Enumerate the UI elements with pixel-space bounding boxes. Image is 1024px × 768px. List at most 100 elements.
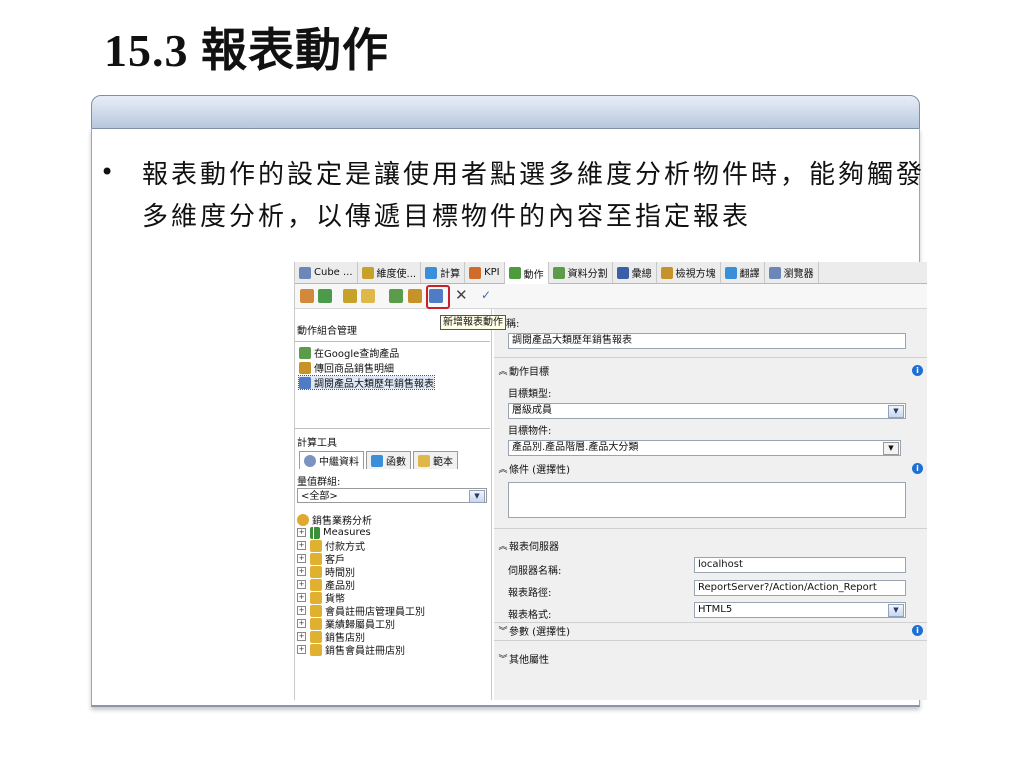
tab-translations[interactable]: 翻譯 xyxy=(721,262,765,283)
cube-icon xyxy=(297,513,309,526)
name-label: 稱: xyxy=(506,319,520,330)
collapse-icon[interactable]: ︽ xyxy=(497,539,509,552)
chevron-down-icon[interactable]: ▼ xyxy=(883,442,899,455)
dimension-usage-icon xyxy=(361,266,374,279)
report-path-label: 報表路徑: xyxy=(508,588,552,599)
frame-header-bar xyxy=(91,95,920,129)
action-name-field[interactable]: 調閱產品大類歷年銷售報表 xyxy=(508,333,906,349)
chevron-down-icon[interactable]: ▼ xyxy=(469,490,485,503)
info-icon[interactable]: i xyxy=(912,463,923,474)
section-report-server[interactable]: ︽ 報表伺服器 xyxy=(494,535,927,555)
report-path-field[interactable]: ReportServer?/Action/Action_Report xyxy=(694,580,906,596)
translation-icon xyxy=(724,266,737,279)
tab-templates[interactable]: 範本 xyxy=(413,451,458,469)
target-type-select[interactable]: 層級成員 ▼ xyxy=(508,403,906,419)
expand-icon[interactable]: + xyxy=(297,528,306,537)
dimension-icon xyxy=(310,630,322,643)
expand-icon[interactable]: + xyxy=(297,554,306,563)
expand-icon[interactable]: + xyxy=(297,606,306,615)
tab-actions[interactable]: 動作 xyxy=(504,262,549,284)
target-object-select[interactable]: 產品別.產品階層.產品大分類 ▼ xyxy=(508,440,901,456)
info-icon[interactable]: i xyxy=(912,365,923,376)
server-name-field[interactable]: localhost xyxy=(694,557,906,573)
section-parameters[interactable]: ︾ 參數 (選擇性) i xyxy=(494,620,927,640)
measure-group-label: 量值群組: xyxy=(297,477,341,488)
chevron-down-icon[interactable]: ▼ xyxy=(888,604,904,617)
info-icon[interactable]: i xyxy=(912,625,923,636)
tab-calculations[interactable]: 計算 xyxy=(421,262,466,283)
section-condition[interactable]: ︽ 條件 (選擇性) i xyxy=(494,458,927,478)
dimension-icon xyxy=(310,578,322,591)
tab-cube-structure[interactable]: Cube ... xyxy=(295,262,358,283)
tab-browser[interactable]: 瀏覽器 xyxy=(765,262,819,283)
drillthrough-icon xyxy=(299,361,311,374)
expand-icon[interactable]: ︾ xyxy=(497,652,509,665)
aggregation-icon xyxy=(616,266,629,279)
report-format-select[interactable]: HTML5 ▼ xyxy=(694,602,906,618)
section-action-target[interactable]: ︽ 動作目標 i xyxy=(494,360,927,380)
spellcheck-icon[interactable]: ✓ xyxy=(481,289,495,303)
left-pane: 動作組合管理 在Google查詢產品 傳回商品銷售明細 調閱產品大類歷年銷售報表… xyxy=(295,309,492,700)
chevron-down-icon[interactable]: ▼ xyxy=(888,405,904,418)
calc-tools-label: 計算工具 xyxy=(297,438,337,449)
tab-perspectives[interactable]: 檢視方塊 xyxy=(657,262,721,283)
template-icon xyxy=(418,454,430,467)
list-item[interactable]: 傳回商品銷售明細 xyxy=(299,361,394,375)
tab-partitions[interactable]: 資料分割 xyxy=(549,262,613,283)
perspective-icon xyxy=(660,266,673,279)
expand-icon[interactable]: + xyxy=(297,593,306,602)
browser-icon xyxy=(768,266,781,279)
new-report-action-icon[interactable] xyxy=(429,289,443,303)
tree-item[interactable]: + 銷售會員註冊店別 xyxy=(297,643,487,657)
divider xyxy=(494,640,927,641)
folder-icon[interactable] xyxy=(361,289,375,303)
expand-icon[interactable]: + xyxy=(297,632,306,641)
tree-root[interactable]: 銷售業務分析 xyxy=(297,513,487,527)
metadata-tree: 銷售業務分析 + Measures + 付款方式 + 客戶 + 時間別 + 產品別 + 貨幣… xyxy=(297,513,487,657)
collapse-icon[interactable]: ︽ xyxy=(497,462,509,475)
tab-dimension-usage[interactable]: 維度使... xyxy=(358,262,422,283)
expand-icon[interactable]: + xyxy=(297,580,306,589)
action-properties-pane: 稱: 調閱產品大類歷年銷售報表 ︽ 動作目標 i 目標類型: 層級成員 ▼ 目標物… xyxy=(494,309,927,700)
report-action-icon xyxy=(299,376,311,389)
bullet-text: 報表動作的設定是讓使用者點選多維度分析物件時，能夠觸發多維度分析，以傳遞目標物件… xyxy=(142,160,926,232)
new-standard-action-icon[interactable] xyxy=(408,289,422,303)
dimension-icon xyxy=(310,591,322,604)
list-item-selected[interactable]: 調閱產品大類歷年銷售報表 xyxy=(298,375,435,390)
expand-icon[interactable]: + xyxy=(297,567,306,576)
condition-expression-field[interactable] xyxy=(508,482,906,518)
collapse-icon[interactable]: ︽ xyxy=(497,364,509,377)
bullet-dot: • xyxy=(100,158,115,186)
target-type-label: 目標類型: xyxy=(508,389,552,400)
new-action-icon[interactable] xyxy=(343,289,357,303)
process-icon[interactable] xyxy=(300,289,314,303)
new-drillthrough-icon[interactable] xyxy=(389,289,403,303)
partition-icon xyxy=(552,266,565,279)
target-object-label: 目標物件: xyxy=(508,426,552,437)
tab-metadata[interactable]: 中繼資料 xyxy=(299,451,364,469)
tooltip: 新增報表動作 xyxy=(440,315,506,330)
action-icon xyxy=(508,267,521,279)
calculation-icon xyxy=(425,266,438,279)
expand-icon[interactable]: + xyxy=(297,645,306,654)
action-organizer-label: 動作組合管理 xyxy=(297,326,357,337)
measure-group-select[interactable]: <全部> ▼ xyxy=(297,488,487,503)
expand-icon[interactable]: + xyxy=(297,619,306,628)
tab-aggregations[interactable]: 彙總 xyxy=(613,262,657,283)
list-item[interactable]: 在Google查詢產品 xyxy=(299,346,399,360)
tab-functions[interactable]: 函數 xyxy=(366,451,411,469)
metadata-icon xyxy=(304,454,316,467)
tab-kpi[interactable]: KPI xyxy=(465,262,505,283)
refresh-icon[interactable] xyxy=(318,289,332,303)
section-other-properties[interactable]: ︾ 其他屬性 xyxy=(494,648,927,668)
report-format-label: 報表格式: xyxy=(508,610,552,621)
designer-tab-bar: Cube ... 維度使... 計算 KPI 動作 資料分割 彙總 檢視方塊 翻… xyxy=(295,262,927,284)
expand-icon[interactable]: + xyxy=(297,541,306,550)
delete-icon[interactable]: ✕ xyxy=(455,288,469,303)
dimension-icon xyxy=(310,604,322,617)
kpi-icon xyxy=(469,266,482,279)
action-list: 在Google查詢產品 傳回商品銷售明細 調閱產品大類歷年銷售報表 xyxy=(295,341,490,429)
dimension-icon xyxy=(310,643,322,656)
dimension-icon xyxy=(310,539,322,552)
expand-icon[interactable]: ︾ xyxy=(497,624,509,637)
